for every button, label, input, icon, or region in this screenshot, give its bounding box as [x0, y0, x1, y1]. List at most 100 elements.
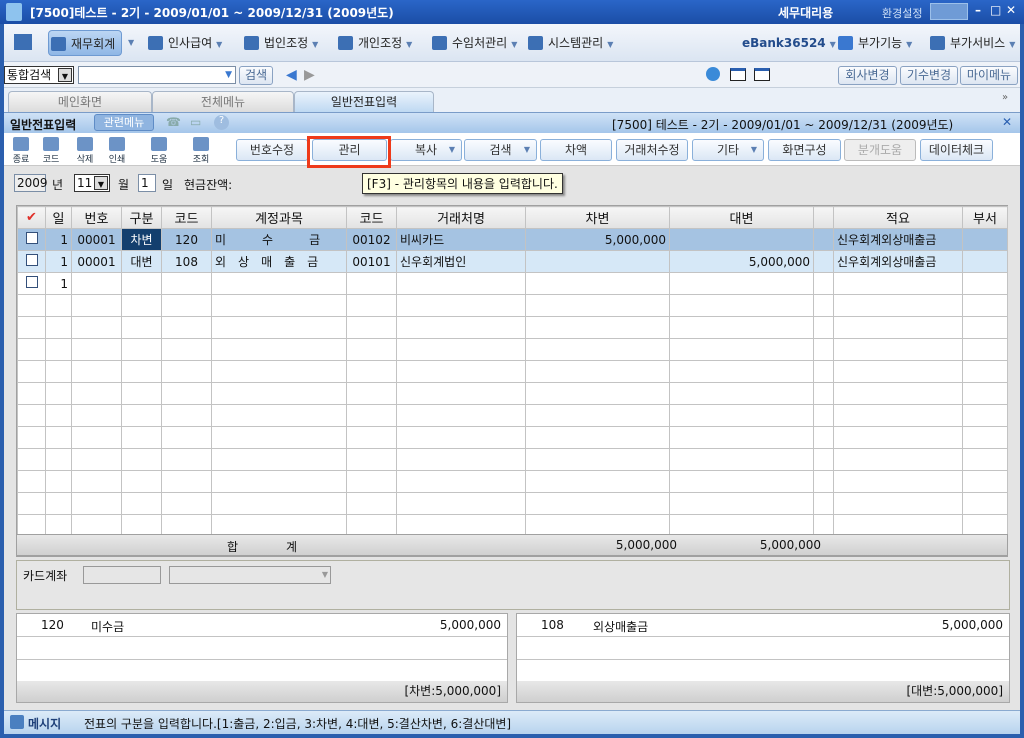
- table-cell[interactable]: [161, 492, 212, 515]
- table-row[interactable]: [17, 470, 1008, 493]
- table-cell[interactable]: 신우회계법인: [396, 250, 526, 273]
- related-menu-button[interactable]: 관련메뉴: [94, 114, 154, 131]
- day-field[interactable]: 1: [138, 174, 156, 192]
- table-cell[interactable]: [962, 492, 1008, 515]
- table-cell[interactable]: [396, 448, 526, 471]
- tv-icon[interactable]: ▭: [190, 115, 201, 129]
- table-cell[interactable]: [17, 448, 46, 471]
- table-cell[interactable]: [71, 404, 122, 427]
- table-cell[interactable]: [17, 228, 46, 251]
- table-cell[interactable]: [669, 448, 814, 471]
- select-all-checkbox[interactable]: ✔: [17, 206, 46, 229]
- table-row[interactable]: [17, 360, 1008, 383]
- table-cell[interactable]: 5,000,000: [525, 228, 670, 251]
- table-cell[interactable]: [45, 448, 72, 471]
- month-select[interactable]: 11 ▼: [74, 174, 110, 192]
- period-change-button[interactable]: 기수변경: [900, 66, 958, 85]
- table-cell[interactable]: [71, 448, 122, 471]
- print-icon[interactable]: 인쇄: [106, 137, 128, 165]
- table-cell[interactable]: 00001: [71, 228, 122, 251]
- table-cell[interactable]: [346, 338, 397, 361]
- table-cell[interactable]: [45, 492, 72, 515]
- table-cell[interactable]: 1: [45, 250, 72, 273]
- table-cell[interactable]: [813, 382, 834, 405]
- table-cell[interactable]: [121, 448, 162, 471]
- table-cell[interactable]: 1: [45, 272, 72, 295]
- table-cell[interactable]: [121, 272, 162, 295]
- table-cell[interactable]: [669, 470, 814, 493]
- tab-main[interactable]: 메인화면: [8, 91, 152, 112]
- table-cell[interactable]: [962, 426, 1008, 449]
- table-cell[interactable]: [17, 492, 46, 515]
- table-cell[interactable]: 00102: [346, 228, 397, 251]
- addon-menu[interactable]: 부가기능 ▼: [836, 30, 912, 56]
- table-row[interactable]: 1 00001 차변 120 미 수 금 00102 비씨카드 5,000,000 신우회계외상…: [17, 228, 1008, 251]
- table-cell[interactable]: [45, 382, 72, 405]
- service-menu[interactable]: 부가서비스 ▼: [928, 30, 1015, 56]
- table-row[interactable]: [17, 492, 1008, 515]
- table-cell[interactable]: [525, 338, 670, 361]
- code-icon[interactable]: 코드: [40, 137, 62, 165]
- renumber-button[interactable]: 번호수정: [236, 139, 308, 161]
- table-cell[interactable]: [17, 470, 46, 493]
- search-tool-button[interactable]: 검색 ▼: [464, 139, 537, 161]
- table-cell[interactable]: 대변: [121, 250, 162, 273]
- table-cell[interactable]: [833, 360, 963, 383]
- table-cell[interactable]: [121, 470, 162, 493]
- table-row[interactable]: [17, 404, 1008, 427]
- table-cell[interactable]: [71, 382, 122, 405]
- table-cell[interactable]: [211, 470, 347, 493]
- settings-link[interactable]: 환경설정: [882, 5, 922, 21]
- menu-clients[interactable]: 수임처관리 ▼: [430, 30, 517, 56]
- table-cell[interactable]: [346, 316, 397, 339]
- table-cell[interactable]: [71, 426, 122, 449]
- table-cell[interactable]: [161, 404, 212, 427]
- menu-payroll[interactable]: 인사급여 ▼: [146, 30, 222, 56]
- table-cell[interactable]: [346, 404, 397, 427]
- table-cell[interactable]: 외 상 매 출 금: [211, 250, 347, 273]
- delete-icon[interactable]: 삭제: [74, 137, 96, 165]
- table-cell[interactable]: [962, 228, 1008, 251]
- table-cell[interactable]: [71, 360, 122, 383]
- table-row[interactable]: [17, 426, 1008, 449]
- table-cell[interactable]: [962, 294, 1008, 317]
- ebank-button[interactable]: eBank36524 ▼: [738, 30, 836, 56]
- table-cell[interactable]: [525, 382, 670, 405]
- row-checkbox[interactable]: [25, 232, 38, 244]
- table-cell[interactable]: [346, 492, 397, 515]
- table-cell[interactable]: [17, 250, 46, 273]
- table-cell[interactable]: [346, 470, 397, 493]
- table-cell[interactable]: [525, 294, 670, 317]
- table-cell[interactable]: [669, 492, 814, 515]
- table-cell[interactable]: [833, 294, 963, 317]
- table-cell[interactable]: [121, 404, 162, 427]
- table-cell[interactable]: [813, 294, 834, 317]
- table-cell[interactable]: [346, 360, 397, 383]
- table-cell[interactable]: [669, 404, 814, 427]
- table-cell[interactable]: [17, 338, 46, 361]
- minimize-button[interactable]: –: [975, 3, 981, 17]
- table-row[interactable]: 1 00001 대변 108 외 상 매 출 금 00101 신우회계법인 5,000,000…: [17, 250, 1008, 273]
- table-cell[interactable]: [813, 338, 834, 361]
- table-cell[interactable]: [121, 360, 162, 383]
- table-cell[interactable]: [346, 448, 397, 471]
- data-check-button[interactable]: 데이터체크: [920, 139, 993, 161]
- table-cell[interactable]: [346, 426, 397, 449]
- my-menu-button[interactable]: 마이메뉴: [960, 66, 1018, 85]
- table-cell[interactable]: [161, 316, 212, 339]
- table-cell[interactable]: [669, 338, 814, 361]
- table-cell[interactable]: [525, 426, 670, 449]
- table-cell[interactable]: [161, 426, 212, 449]
- tab-all-menu[interactable]: 전체메뉴: [152, 91, 294, 112]
- close-screen-icon[interactable]: ✕: [1002, 115, 1012, 129]
- table-cell[interactable]: [669, 228, 814, 251]
- table-cell[interactable]: [525, 360, 670, 383]
- forward-arrow-icon[interactable]: ▶: [304, 67, 315, 83]
- table-cell[interactable]: [71, 338, 122, 361]
- exit-icon[interactable]: 종료: [10, 137, 32, 165]
- table-cell[interactable]: [45, 470, 72, 493]
- table-cell[interactable]: [669, 360, 814, 383]
- table-cell[interactable]: [669, 382, 814, 405]
- table-cell[interactable]: [211, 316, 347, 339]
- difference-button[interactable]: 차액: [540, 139, 612, 161]
